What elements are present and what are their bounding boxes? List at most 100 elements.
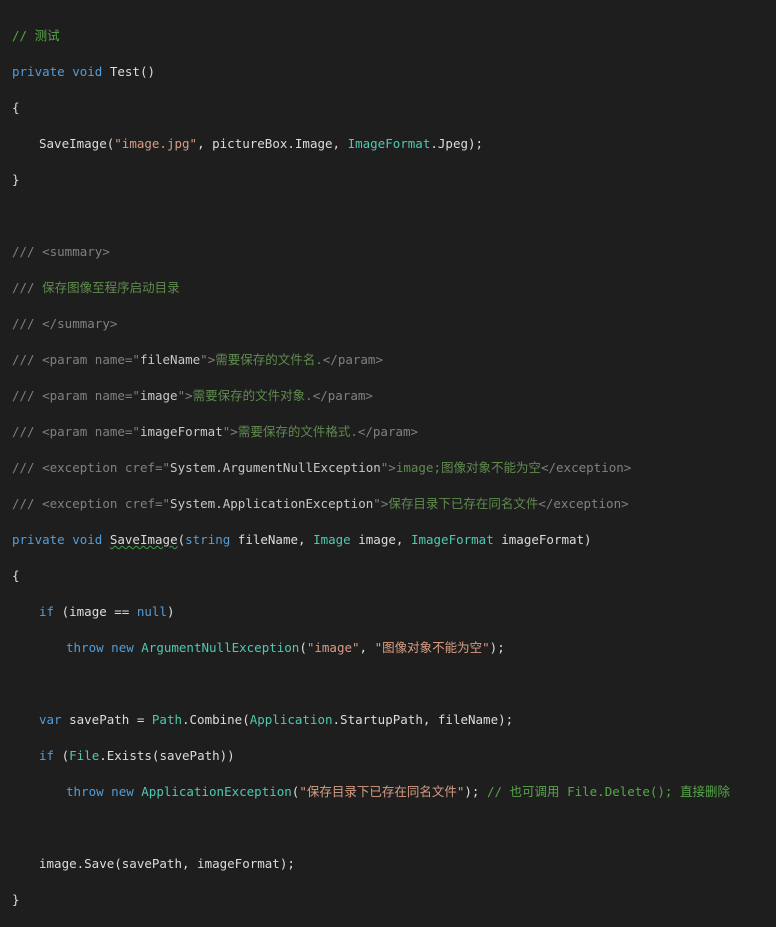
code-text: ( — [54, 748, 70, 763]
code-text: .Exists(savePath)) — [99, 748, 235, 763]
code-line-7: /// <summary> — [12, 243, 776, 261]
doc-comment-marker: /// — [12, 496, 35, 511]
code-line-3: { — [12, 99, 776, 117]
code-line-1: // 测试 — [12, 27, 776, 45]
code-line-12: /// <param name="imageFormat">需要保存的文件格式.… — [12, 423, 776, 441]
xml-tag: </summary> — [42, 316, 118, 331]
xml-attr-value: fileName — [139, 352, 201, 367]
xml-tag: "> — [380, 460, 396, 475]
string-literal: "图像对象不能为空" — [374, 640, 490, 655]
doc-comment-marker: /// — [12, 388, 35, 403]
code-line-20: var savePath = Path.Combine(Application.… — [12, 711, 776, 729]
code-editor[interactable]: // 测试 private void Test() { SaveImage("i… — [0, 0, 776, 907]
code-text: ( — [177, 532, 186, 547]
code-text: (image == — [54, 604, 137, 619]
code-line-16: { — [12, 567, 776, 585]
doc-comment-marker: /// — [12, 244, 35, 259]
keyword: void — [72, 532, 103, 547]
keyword: var — [39, 712, 62, 727]
code-text: image, — [350, 532, 411, 547]
code-line-22: throw new ApplicationException("保存目录下已存在… — [12, 783, 776, 801]
code-text: imageFormat) — [493, 532, 592, 547]
code-text: ); — [489, 640, 505, 655]
keyword: if — [39, 748, 55, 763]
code-text: .StartupPath, fileName); — [332, 712, 514, 727]
code-line-5: } — [12, 171, 776, 189]
code-line-17: if (image == null) — [12, 603, 776, 621]
keyword: private — [12, 532, 65, 547]
string-literal: "image.jpg" — [114, 136, 198, 151]
xml-tag: <exception cref=" — [42, 460, 171, 475]
code-line-10: /// <param name="fileName">需要保存的文件名.</pa… — [12, 351, 776, 369]
code-line-11: /// <param name="image">需要保存的文件对象.</para… — [12, 387, 776, 405]
doc-text: 需要保存的文件对象. — [192, 388, 313, 403]
code-line-4: SaveImage("image.jpg", pictureBox.Image,… — [12, 135, 776, 153]
xml-tag: <param name=" — [42, 424, 140, 439]
keyword: new — [111, 784, 134, 799]
keyword: string — [185, 532, 231, 547]
code-text: , — [359, 640, 375, 655]
xml-tag: </param> — [357, 424, 419, 439]
type-name: File — [69, 748, 100, 763]
code-line-24: image.Save(savePath, imageFormat); — [12, 855, 776, 873]
doc-comment-marker: /// — [12, 424, 35, 439]
xml-tag: "> — [222, 424, 238, 439]
code-text: , pictureBox.Image, — [197, 136, 348, 151]
xml-attr-value: System.ArgumentNullException — [170, 460, 381, 475]
xml-tag: <param name=" — [42, 352, 140, 367]
type-name: Image — [313, 532, 351, 547]
xml-tag: "> — [177, 388, 193, 403]
code-text: ); — [464, 784, 487, 799]
doc-text: 需要保存的文件名. — [215, 352, 323, 367]
doc-text: image;图像对象不能为空 — [395, 460, 541, 475]
code-line-2: private void Test() — [12, 63, 776, 81]
brace: { — [12, 100, 20, 115]
xml-tag: </param> — [312, 388, 373, 403]
keyword: null — [136, 604, 167, 619]
type-name: ImageFormat — [410, 532, 494, 547]
code-line-21: if (File.Exists(savePath)) — [12, 747, 776, 765]
xml-tag: </exception> — [538, 496, 629, 511]
code-line-25: } — [12, 891, 776, 909]
code-text: fileName, — [230, 532, 314, 547]
xml-attr-value: System.ApplicationException — [170, 496, 374, 511]
xml-tag: </exception> — [540, 460, 632, 475]
type-name: Application — [249, 712, 333, 727]
keyword: throw — [66, 784, 104, 799]
code-text: image.Save(savePath, imageFormat); — [39, 856, 295, 871]
string-literal: "image" — [306, 640, 360, 655]
code-line-14: /// <exception cref="System.ApplicationE… — [12, 495, 776, 513]
xml-tag: <param name=" — [42, 388, 140, 403]
xml-tag: <exception cref=" — [42, 496, 171, 511]
doc-comment-marker: /// — [12, 352, 35, 367]
comment: // 测试 — [12, 28, 60, 43]
brace: } — [12, 892, 20, 907]
xml-tag: "> — [373, 496, 389, 511]
doc-comment-marker: /// — [12, 280, 35, 295]
xml-tag: </param> — [322, 352, 383, 367]
keyword: void — [72, 64, 103, 79]
doc-comment-marker: /// — [12, 460, 35, 475]
brace: } — [12, 172, 20, 187]
code-text: ( — [291, 784, 300, 799]
type-name: ImageFormat — [347, 136, 431, 151]
code-line-15: private void SaveImage(string fileName, … — [12, 531, 776, 549]
keyword: throw — [66, 640, 104, 655]
type-name: ApplicationException — [141, 784, 292, 799]
keyword: if — [39, 604, 55, 619]
code-line-13: /// <exception cref="System.ArgumentNull… — [12, 459, 776, 477]
string-literal: "保存目录下已存在同名文件" — [299, 784, 465, 799]
code-text: savePath = — [61, 712, 152, 727]
method-call: SaveImage( — [39, 136, 115, 151]
keyword: private — [12, 64, 65, 79]
code-line-9: /// </summary> — [12, 315, 776, 333]
code-line-18: throw new ArgumentNullException("image",… — [12, 639, 776, 657]
comment: // 也可调用 File.Delete(); 直接删除 — [486, 784, 730, 799]
doc-comment-marker: /// — [12, 316, 35, 331]
code-text: .Combine( — [182, 712, 250, 727]
code-text: .Jpeg); — [430, 136, 484, 151]
doc-text: 保存目录下已存在同名文件 — [388, 496, 539, 511]
